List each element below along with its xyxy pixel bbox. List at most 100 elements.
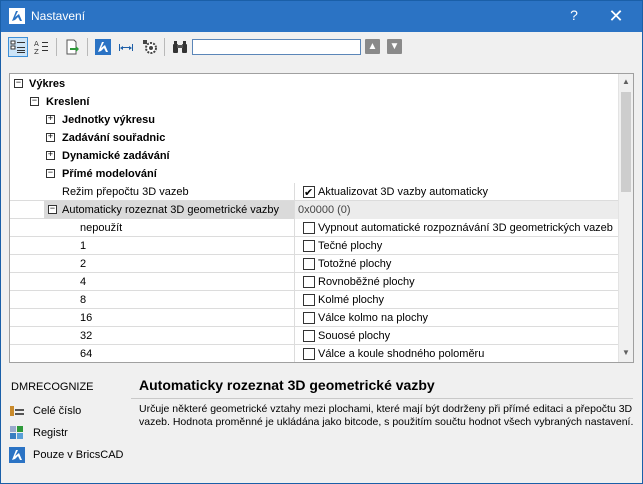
option-row[interactable]: nepoužít Vypnout automatické rozpoznáván… xyxy=(10,219,618,237)
expand-icon[interactable]: + xyxy=(46,133,55,142)
option-label: Rovnoběžné plochy xyxy=(318,276,415,288)
export-icon xyxy=(66,39,79,55)
option-bit: 64 xyxy=(80,348,93,360)
flag-label: Celé číslo xyxy=(33,405,82,417)
option-row[interactable]: 2 Totožné plochy xyxy=(10,255,618,273)
category-label: Výkres xyxy=(29,78,66,90)
dimension-icon xyxy=(119,44,133,51)
category-label: Přímé modelování xyxy=(62,168,157,180)
option-label: Tečné plochy xyxy=(318,240,383,252)
option-bit: 8 xyxy=(80,294,87,306)
option-row[interactable]: 8 Kolmé plochy xyxy=(10,291,618,309)
column-divider xyxy=(294,219,295,237)
option-label: Souosé plochy xyxy=(318,330,391,342)
option-bit: 2 xyxy=(80,258,87,270)
option-checkbox[interactable] xyxy=(303,330,315,342)
advanced-settings-button[interactable] xyxy=(140,37,160,57)
category-label: Zadávání souřadnic xyxy=(62,132,166,144)
collapse-icon[interactable]: − xyxy=(48,205,57,214)
column-divider xyxy=(294,309,295,327)
flag-label: Pouze v BricsCAD xyxy=(33,449,124,461)
flag-label: Registr xyxy=(33,427,68,439)
tree-category-vykres[interactable]: − Výkres xyxy=(10,75,618,93)
option-label: Totožné plochy xyxy=(318,258,392,270)
tree-category-jednotky[interactable]: + Jednotky výkresu xyxy=(10,111,618,129)
option-bit: 4 xyxy=(80,276,87,288)
scroll-up-icon[interactable]: ▲ xyxy=(622,77,630,86)
bricscad-logo-icon xyxy=(95,39,111,55)
option-checkbox[interactable] xyxy=(303,258,315,270)
property-name: Režim přepočtu 3D vazeb xyxy=(62,186,189,198)
option-checkbox[interactable] xyxy=(303,348,315,360)
svg-text:A: A xyxy=(34,40,39,48)
close-button[interactable]: ✕ xyxy=(601,5,631,27)
option-row[interactable]: 64 Válce a koule shodného poloměru xyxy=(10,345,618,362)
tree-category-zadavani[interactable]: + Zadávání souřadnic xyxy=(10,129,618,147)
integer-icon xyxy=(9,403,25,419)
column-divider xyxy=(294,201,295,219)
alphabetical-view-button[interactable]: A Z xyxy=(31,37,51,57)
search-input[interactable] xyxy=(192,39,361,55)
category-label: Dynamické zadávání xyxy=(62,150,170,162)
option-row[interactable]: 4 Rovnoběžné plochy xyxy=(10,273,618,291)
property-name: Automaticky rozeznat 3D geometrické vazb… xyxy=(62,204,280,216)
option-row[interactable]: 1 Tečné plochy xyxy=(10,237,618,255)
settings-tree: − Výkres − Kreslení + Jednotky výkresu +… xyxy=(9,73,634,363)
tree-category-kresleni[interactable]: − Kreslení xyxy=(10,93,618,111)
option-checkbox[interactable] xyxy=(303,312,315,324)
flag-registry: Registr xyxy=(9,424,68,442)
scrollbar-thumb[interactable] xyxy=(621,92,631,192)
column-divider xyxy=(294,291,295,309)
option-checkbox[interactable] xyxy=(303,276,315,288)
option-row[interactable]: 16 Válce kolmo na plochy xyxy=(10,309,618,327)
description-title: Automaticky rozeznat 3D geometrické vazb… xyxy=(139,377,435,393)
toolbar-separator xyxy=(56,38,57,56)
scroll-down-icon[interactable]: ▼ xyxy=(622,348,630,357)
property-value: 0x0000 (0) xyxy=(298,204,351,216)
bricscad-logo-icon xyxy=(9,8,25,24)
tree-category-dynamicke[interactable]: + Dynamické zadávání xyxy=(10,147,618,165)
gear-icon xyxy=(143,40,157,54)
info-panel: DMRECOGNIZE Celé číslo Registr Pouze v B… xyxy=(1,369,642,483)
find-next-button[interactable]: ▼ xyxy=(387,39,402,54)
category-label: Jednotky výkresu xyxy=(62,114,155,126)
option-bit: 16 xyxy=(80,312,93,324)
bricscad-only-filter-button[interactable] xyxy=(93,37,113,57)
expand-icon[interactable]: + xyxy=(46,151,55,160)
categorized-view-button[interactable] xyxy=(8,37,28,57)
flag-bricscad-only: Pouze v BricsCAD xyxy=(9,446,123,464)
collapse-icon[interactable]: − xyxy=(14,79,23,88)
svg-text:Z: Z xyxy=(34,48,39,55)
rezim-checkbox[interactable] xyxy=(303,184,315,202)
vertical-scrollbar[interactable]: ▲ ▼ xyxy=(618,74,633,362)
option-checkbox[interactable] xyxy=(303,240,315,252)
tree-category-prime[interactable]: − Přímé modelování xyxy=(10,165,618,183)
collapse-icon[interactable]: − xyxy=(46,169,55,178)
option-label: Vypnout automatické rozpoznávání 3D geom… xyxy=(318,222,613,234)
find-previous-button[interactable]: ▲ xyxy=(365,39,380,54)
option-bit: nepoužít xyxy=(80,222,123,234)
description-divider xyxy=(131,398,633,399)
find-button[interactable] xyxy=(170,37,190,57)
option-checkbox[interactable] xyxy=(303,222,315,234)
dimension-settings-button[interactable] xyxy=(116,37,136,57)
property-row-auto-recognize[interactable]: − Automaticky rozeznat 3D geometrické va… xyxy=(10,201,618,219)
option-row[interactable]: 32 Souosé plochy xyxy=(10,327,618,345)
collapse-icon[interactable]: − xyxy=(30,97,39,106)
option-checkbox[interactable] xyxy=(303,294,315,306)
sort-az-icon: A Z xyxy=(34,40,48,55)
flag-integer: Celé číslo xyxy=(9,402,81,420)
export-button[interactable] xyxy=(62,37,82,57)
option-bit: 32 xyxy=(80,330,93,342)
expand-icon[interactable]: + xyxy=(46,115,55,124)
registry-icon xyxy=(9,425,25,441)
option-bit: 1 xyxy=(80,240,87,252)
title-bar: Nastavení ? ✕ xyxy=(1,1,642,32)
property-row-rezim[interactable]: Režim přepočtu 3D vazeb Aktualizovat 3D … xyxy=(10,183,618,202)
property-value: Aktualizovat 3D vazby automaticky xyxy=(318,186,488,198)
toolbar: A Z ▲ ▼ xyxy=(1,32,642,62)
option-label: Kolmé plochy xyxy=(318,294,385,306)
toolbar-separator xyxy=(87,38,88,56)
option-label: Válce kolmo na plochy xyxy=(318,312,429,324)
help-button[interactable]: ? xyxy=(567,7,581,23)
